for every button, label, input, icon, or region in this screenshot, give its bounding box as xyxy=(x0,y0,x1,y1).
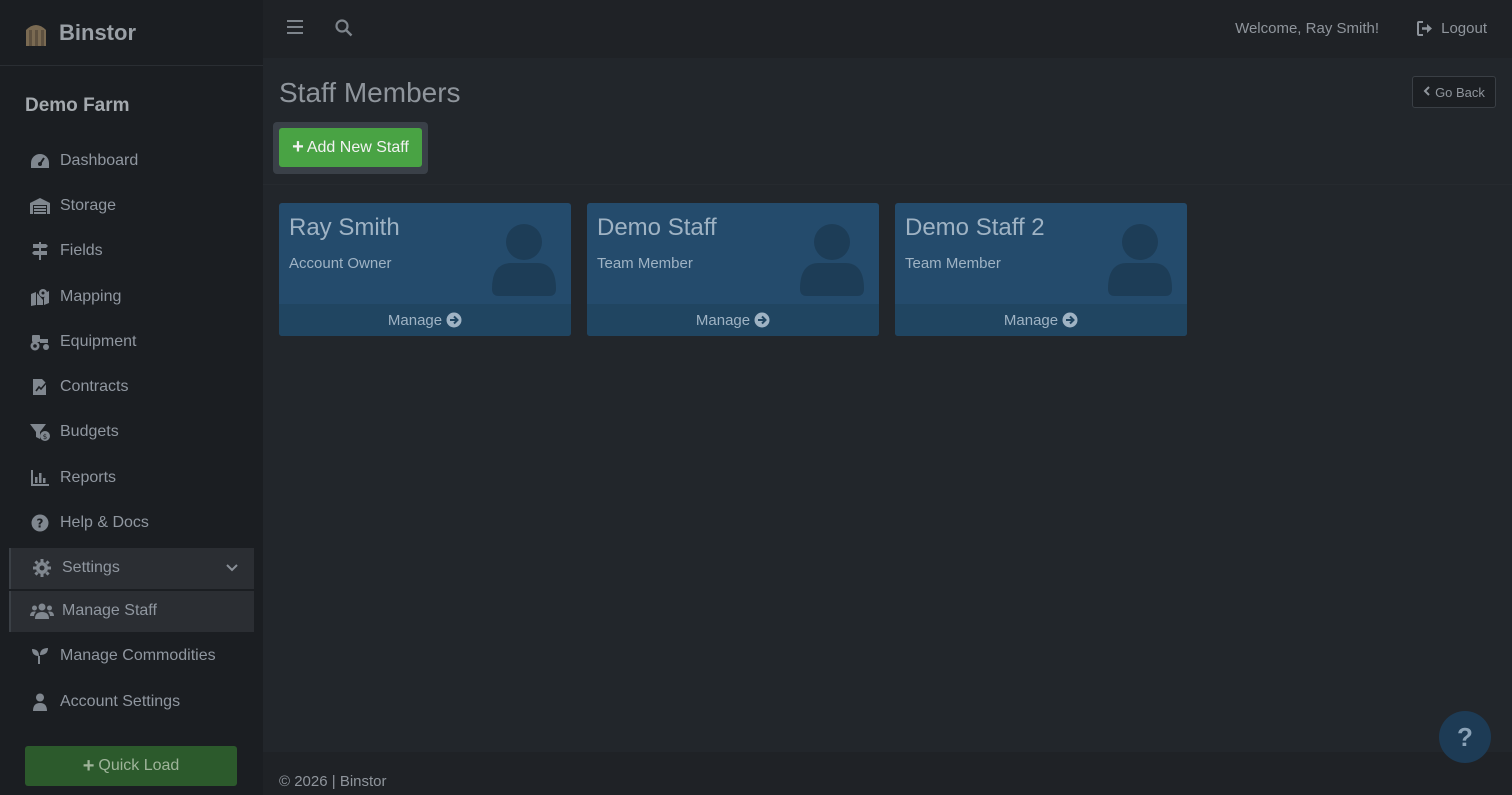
user-avatar-icon xyxy=(799,223,865,302)
arrow-circle-right-icon xyxy=(754,312,770,328)
sidebar-item-dashboard[interactable]: Dashboard xyxy=(0,138,263,183)
footer: © 2026 | Binstor xyxy=(263,752,1512,795)
question-circle-icon: ? xyxy=(28,513,52,533)
sidebar-item-label: Reports xyxy=(60,468,117,486)
signs-icon xyxy=(28,241,52,261)
sidebar-item-label: Dashboard xyxy=(60,151,139,169)
sidebar-item-label: Account Settings xyxy=(60,692,181,710)
sign-out-icon xyxy=(1417,21,1433,36)
manage-link[interactable]: Manage xyxy=(587,304,879,336)
main-content: Staff Members Go Back + Add New Staff Ra… xyxy=(263,58,1512,752)
sidebar-item-label: Fields xyxy=(60,242,103,260)
farm-name: Demo Farm xyxy=(25,95,130,116)
sidebar-item-help[interactable]: ? Help & Docs xyxy=(0,500,263,545)
manage-label: Manage xyxy=(1003,311,1059,329)
menu-toggle-icon[interactable] xyxy=(287,20,303,36)
staff-card: Demo Staff Team Member Manage xyxy=(587,203,879,336)
divider xyxy=(263,184,1512,185)
tractor-icon xyxy=(28,332,52,352)
quick-load-button[interactable]: + Quick Load xyxy=(25,746,237,786)
go-back-label: Go Back xyxy=(1435,84,1485,100)
sidebar-item-budgets[interactable]: $ Budgets xyxy=(0,410,263,455)
sidebar-item-storage[interactable]: Storage xyxy=(0,183,263,228)
contract-icon xyxy=(28,377,52,397)
sidebar-item-label: Contracts xyxy=(60,378,129,396)
chevron-down-icon xyxy=(226,560,238,575)
gauge-icon xyxy=(28,151,52,171)
funnel-dollar-icon: $ xyxy=(28,422,52,442)
arrow-circle-right-icon xyxy=(1062,312,1078,328)
sidebar: Binstor Demo Farm Dashboard Storage Fiel… xyxy=(0,0,263,795)
topbar: Welcome, Ray Smith! Logout xyxy=(263,0,1512,58)
staff-card: Ray Smith Account Owner Manage xyxy=(279,203,571,336)
user-icon xyxy=(28,692,52,712)
sidebar-item-label: Manage Commodities xyxy=(60,647,216,665)
logout-label: Logout xyxy=(1441,20,1487,37)
manage-link[interactable]: Manage xyxy=(279,304,571,336)
svg-text:?: ? xyxy=(37,517,44,531)
bar-chart-icon xyxy=(28,468,52,488)
page-title: Staff Members xyxy=(279,77,461,108)
map-pin-icon xyxy=(28,287,52,307)
sidebar-item-account-settings[interactable]: Account Settings xyxy=(0,679,263,724)
sidebar-item-label: Mapping xyxy=(60,287,122,305)
staff-card: Demo Staff 2 Team Member Manage xyxy=(895,203,1187,336)
gear-icon xyxy=(30,558,54,578)
user-avatar-icon xyxy=(1107,223,1173,302)
sidebar-item-fields[interactable]: Fields xyxy=(0,229,263,274)
welcome-text: Welcome, Ray Smith! xyxy=(1235,20,1379,37)
staff-name: Ray Smith xyxy=(289,214,400,241)
sidebar-item-manage-commodities[interactable]: Manage Commodities xyxy=(0,634,263,679)
brand[interactable]: Binstor xyxy=(0,0,263,66)
sidebar-item-mapping[interactable]: Mapping xyxy=(0,274,263,319)
users-icon xyxy=(30,601,54,621)
chevron-left-icon xyxy=(1423,85,1430,99)
plus-icon: + xyxy=(82,754,95,777)
sidebar-item-label: Equipment xyxy=(60,332,137,350)
sidebar-item-label: Settings xyxy=(62,559,120,577)
sidebar-item-settings[interactable]: Settings xyxy=(9,547,254,589)
sidebar-item-contracts[interactable]: Contracts xyxy=(0,364,263,409)
footer-copyright: © 2026 | Binstor xyxy=(279,773,387,790)
manage-label: Manage xyxy=(695,311,751,329)
staff-name: Demo Staff 2 xyxy=(905,214,1045,241)
sidebar-item-reports[interactable]: Reports xyxy=(0,455,263,500)
sidebar-item-label: Budgets xyxy=(60,423,119,441)
svg-text:$: $ xyxy=(43,433,47,441)
search-icon[interactable] xyxy=(335,19,353,42)
add-new-staff-button[interactable]: + Add New Staff xyxy=(279,128,422,167)
plus-icon: + xyxy=(292,136,304,158)
sidebar-item-manage-staff[interactable]: Manage Staff xyxy=(9,590,254,632)
staff-cards: Ray Smith Account Owner Manage Demo Staf… xyxy=(279,203,1203,336)
staff-role: Account Owner xyxy=(289,255,392,272)
manage-label: Manage xyxy=(387,311,443,329)
sidebar-item-label: Storage xyxy=(60,196,117,214)
quick-load-label: Quick Load xyxy=(98,757,180,774)
add-new-staff-label: Add New Staff xyxy=(306,138,409,156)
sidebar-item-label: Manage Staff xyxy=(62,602,157,620)
brand-name: Binstor xyxy=(59,19,136,45)
logout-link[interactable]: Logout xyxy=(1417,20,1487,37)
staff-role: Team Member xyxy=(905,255,1001,272)
user-avatar-icon xyxy=(491,223,557,302)
sidebar-nav: Dashboard Storage Fields Mapping Equipme… xyxy=(0,138,263,724)
silo-icon xyxy=(20,17,52,49)
sidebar-item-label: Help & Docs xyxy=(60,514,149,532)
seedling-icon xyxy=(28,646,52,666)
warehouse-icon xyxy=(28,196,52,216)
staff-name: Demo Staff xyxy=(597,214,717,241)
arrow-circle-right-icon xyxy=(446,312,462,328)
manage-link[interactable]: Manage xyxy=(895,304,1187,336)
go-back-button[interactable]: Go Back xyxy=(1412,76,1496,108)
help-button[interactable]: ? xyxy=(1439,711,1491,763)
staff-role: Team Member xyxy=(597,255,693,272)
sidebar-item-equipment[interactable]: Equipment xyxy=(0,319,263,364)
